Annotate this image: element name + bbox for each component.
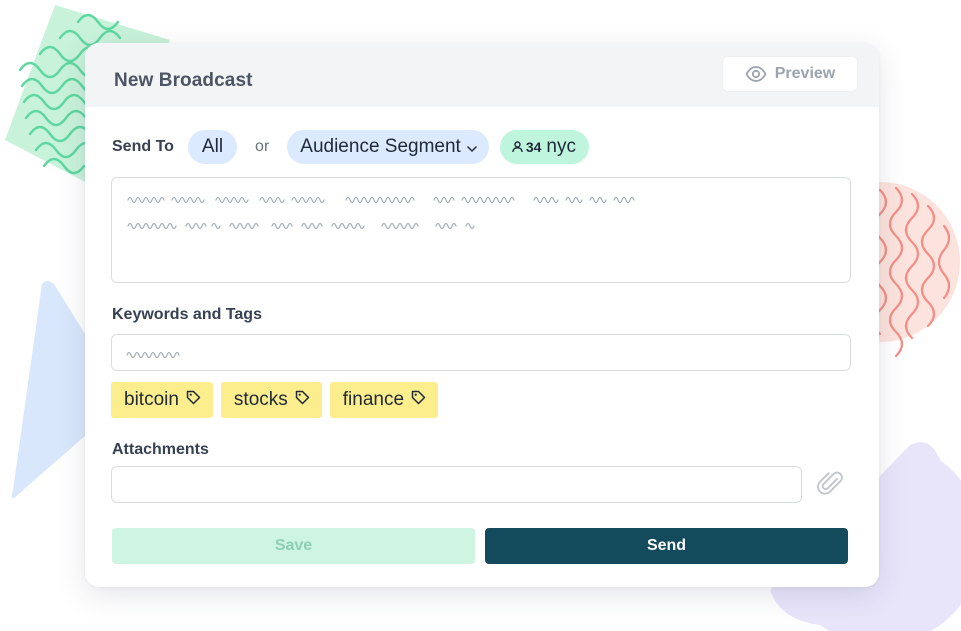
send-button[interactable]: Send xyxy=(485,528,848,564)
all-audience-pill[interactable]: All xyxy=(187,130,238,164)
keyword-tag[interactable]: bitcoin xyxy=(111,382,213,418)
tag-label: finance xyxy=(342,389,405,410)
attachments-section-label: Attachments xyxy=(112,441,209,458)
save-button[interactable]: Save xyxy=(112,528,475,564)
audience-name: nyc xyxy=(546,136,576,157)
eye-icon xyxy=(745,66,767,82)
tag-icon xyxy=(295,389,310,411)
tags-list: bitcoin stocks finance xyxy=(111,382,439,418)
message-textarea[interactable] xyxy=(111,177,851,283)
tag-label: stocks xyxy=(233,389,288,410)
broadcast-card: New Broadcast Preview Send To All or Aud… xyxy=(85,43,879,587)
keyword-tag[interactable]: finance xyxy=(329,382,439,418)
placeholder-scribble xyxy=(126,351,180,359)
send-to-row: Send To All or Audience Segment 34 nyc xyxy=(112,130,589,164)
all-label: All xyxy=(201,136,224,157)
placeholder-scribble xyxy=(127,196,635,230)
preview-button[interactable]: Preview xyxy=(722,56,858,92)
or-separator: or xyxy=(255,138,270,155)
audience-count: 34 xyxy=(525,139,542,155)
chevron-down-icon xyxy=(461,136,477,158)
audience-segment-label: Audience Segment xyxy=(300,136,461,157)
send-to-label: Send To xyxy=(112,138,174,155)
tag-label: bitcoin xyxy=(124,389,179,410)
keyword-input[interactable] xyxy=(111,334,851,371)
user-icon xyxy=(512,141,523,153)
keywords-section-label: Keywords and Tags xyxy=(112,306,262,323)
paperclip-icon[interactable] xyxy=(816,469,846,504)
page-title: New Broadcast xyxy=(114,70,253,91)
preview-label: Preview xyxy=(774,65,836,82)
attachment-input[interactable] xyxy=(111,466,802,503)
card-header: New Broadcast Preview xyxy=(85,43,879,107)
tag-icon xyxy=(186,389,201,411)
tag-icon xyxy=(411,389,426,411)
keyword-tag[interactable]: stocks xyxy=(220,382,322,418)
audience-count-pill[interactable]: 34 nyc xyxy=(499,130,589,164)
audience-segment-dropdown[interactable]: Audience Segment xyxy=(287,130,489,164)
